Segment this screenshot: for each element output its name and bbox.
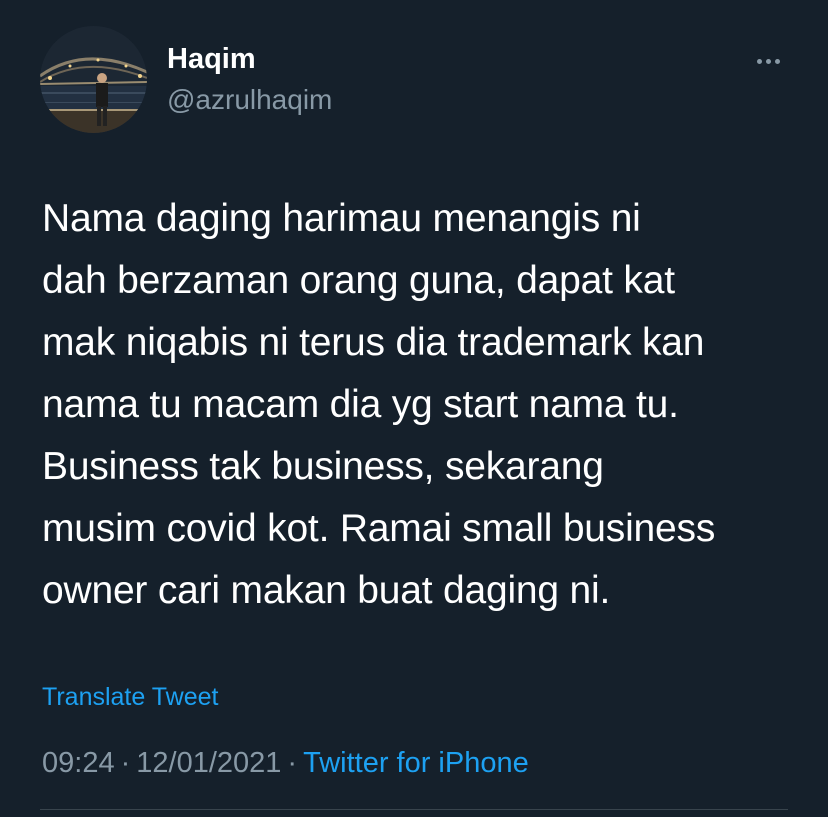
tweet-source-link[interactable]: Twitter for iPhone <box>303 747 529 779</box>
tweet-text-line: owner cari makan buat daging ni. <box>42 569 611 612</box>
divider <box>40 809 788 810</box>
user-handle[interactable]: @azrulhaqim <box>167 82 332 118</box>
tweet-detail: Haqim @azrulhaqim Nama daging harimau me… <box>0 0 828 817</box>
meta-separator: · <box>287 747 298 779</box>
meta-separator: · <box>120 747 131 779</box>
tweet-text-line: mak niqabis ni terus dia trademark kan <box>42 321 705 364</box>
avatar[interactable] <box>40 26 147 133</box>
more-options-button[interactable] <box>748 46 788 76</box>
tweet-text-line: musim covid kot. Ramai small business <box>42 507 716 550</box>
more-horizontal-icon-dot <box>765 58 771 64</box>
tweet-date[interactable]: 12/01/2021 <box>136 747 281 779</box>
tweet-text: Nama daging harimau menangis ni dah berz… <box>42 188 812 622</box>
tweet-text-line: Business tak business, sekarang <box>42 445 604 488</box>
tweet-text-line: Nama daging harimau menangis ni <box>42 197 641 240</box>
tweet-meta: 09:24 · 12/01/2021 · Twitter for iPhone <box>42 743 529 783</box>
more-horizontal-icon <box>756 58 762 64</box>
display-name[interactable]: Haqim <box>167 41 256 77</box>
tweet-text-line: dah berzaman orang guna, dapat kat <box>42 259 675 302</box>
tweet-text-line: nama tu macam dia yg start nama tu. <box>42 383 679 426</box>
tweet-time[interactable]: 09:24 <box>42 747 115 779</box>
translate-tweet-link[interactable]: Translate Tweet <box>42 680 218 714</box>
more-horizontal-icon-dot <box>774 58 780 64</box>
avatar-photo-icon <box>40 26 147 133</box>
